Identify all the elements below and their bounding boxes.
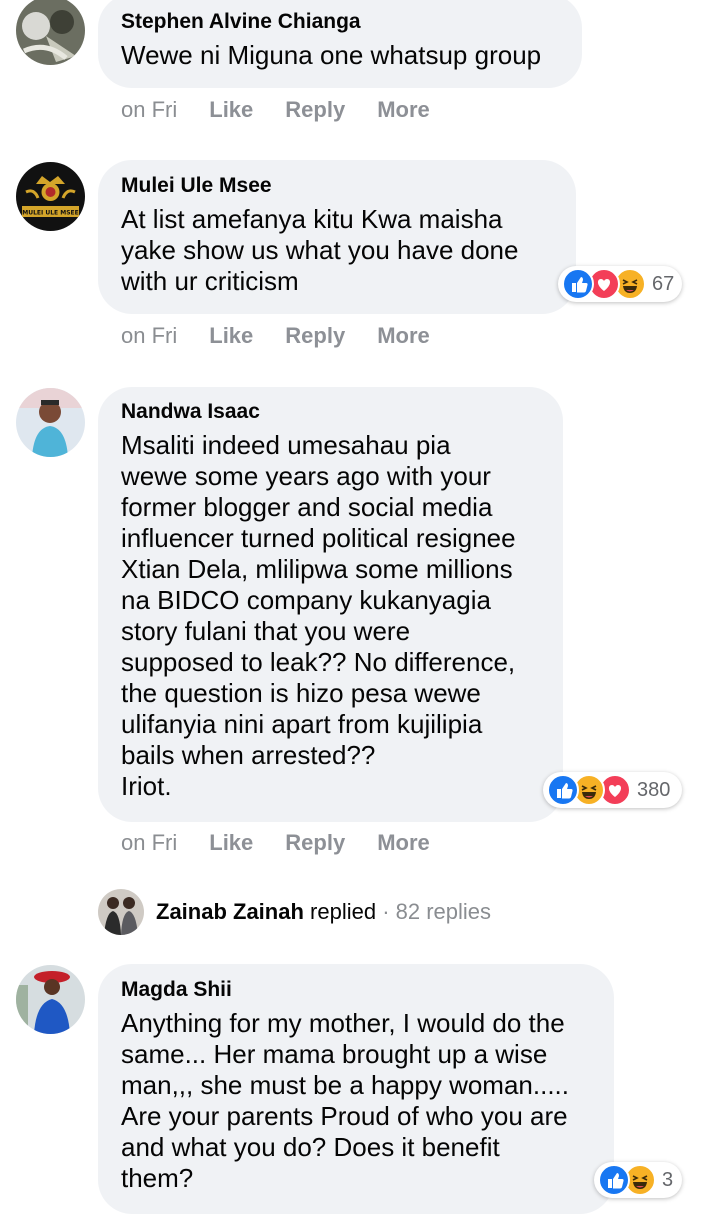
more-button[interactable]: More (377, 97, 430, 123)
replied-label: replied (303, 899, 377, 924)
like-icon (598, 1164, 630, 1196)
reaction-summary[interactable]: 67 (558, 266, 682, 302)
comment-bubble: Stephen Alvine Chianga Wewe ni Miguna on… (98, 0, 582, 88)
more-button[interactable]: More (377, 830, 430, 856)
comment-bubble: Mulei Ule Msee At list amefanya kitu Kwa… (98, 160, 576, 314)
avatar (98, 889, 144, 935)
commenter-name[interactable]: Mulei Ule Msee (121, 174, 552, 198)
replier-name: Zainab Zainah (156, 899, 304, 924)
commenter-name[interactable]: Nandwa Isaac (121, 400, 539, 424)
replies-count: · 82 replies (376, 899, 492, 924)
reaction-summary[interactable]: 3 (594, 1162, 682, 1198)
reply-button[interactable]: Reply (285, 323, 345, 349)
comment-actions: on Fri Like Reply More (121, 95, 462, 125)
comment-text: Msaliti indeed umesahau pia wewe some ye… (121, 430, 516, 801)
reaction-count: 380 (637, 778, 671, 801)
like-button[interactable]: Like (209, 323, 253, 349)
comment-time: on Fri (121, 97, 178, 122)
comment-bubble: Nandwa Isaac Msaliti indeed umesahau pia… (98, 387, 563, 822)
view-replies-link[interactable]: Zainab Zainah replied · 82 replies (98, 888, 491, 936)
comment-time: on Fri (121, 830, 178, 855)
like-button[interactable]: Like (209, 830, 253, 856)
commenter-name[interactable]: Magda Shii (121, 978, 590, 1002)
avatar-logo-text: MULEI ULE MSEE (22, 210, 78, 217)
comment-bubble: Magda Shii Anything for my mother, I wou… (98, 964, 614, 1214)
replies-summary-text: Zainab Zainah replied · 82 replies (156, 899, 491, 925)
reply-button[interactable]: Reply (285, 830, 345, 856)
like-icon (547, 774, 579, 806)
commenter-name[interactable]: Stephen Alvine Chianga (121, 10, 558, 34)
reaction-count: 67 (652, 272, 675, 295)
reaction-count: 3 (662, 1168, 674, 1191)
reply-button[interactable]: Reply (285, 97, 345, 123)
comment-actions: on Fri Like Reply More (121, 321, 462, 351)
avatar[interactable] (16, 0, 85, 65)
comment-actions: on Fri Like Reply More (121, 828, 462, 858)
like-button[interactable]: Like (209, 97, 253, 123)
comment-text: Anything for my mother, I would do the s… (121, 1008, 570, 1193)
more-button[interactable]: More (377, 323, 430, 349)
comment-text: At list amefanya kitu Kwa maisha yake sh… (121, 204, 519, 296)
comment-time: on Fri (121, 323, 178, 348)
avatar[interactable] (16, 388, 85, 457)
avatar[interactable] (16, 965, 85, 1034)
like-icon (562, 268, 594, 300)
reaction-summary[interactable]: 380 (543, 772, 682, 808)
comment-text: Wewe ni Miguna one whatsup group (121, 40, 542, 70)
avatar[interactable]: MULEI ULE MSEE (16, 162, 85, 231)
